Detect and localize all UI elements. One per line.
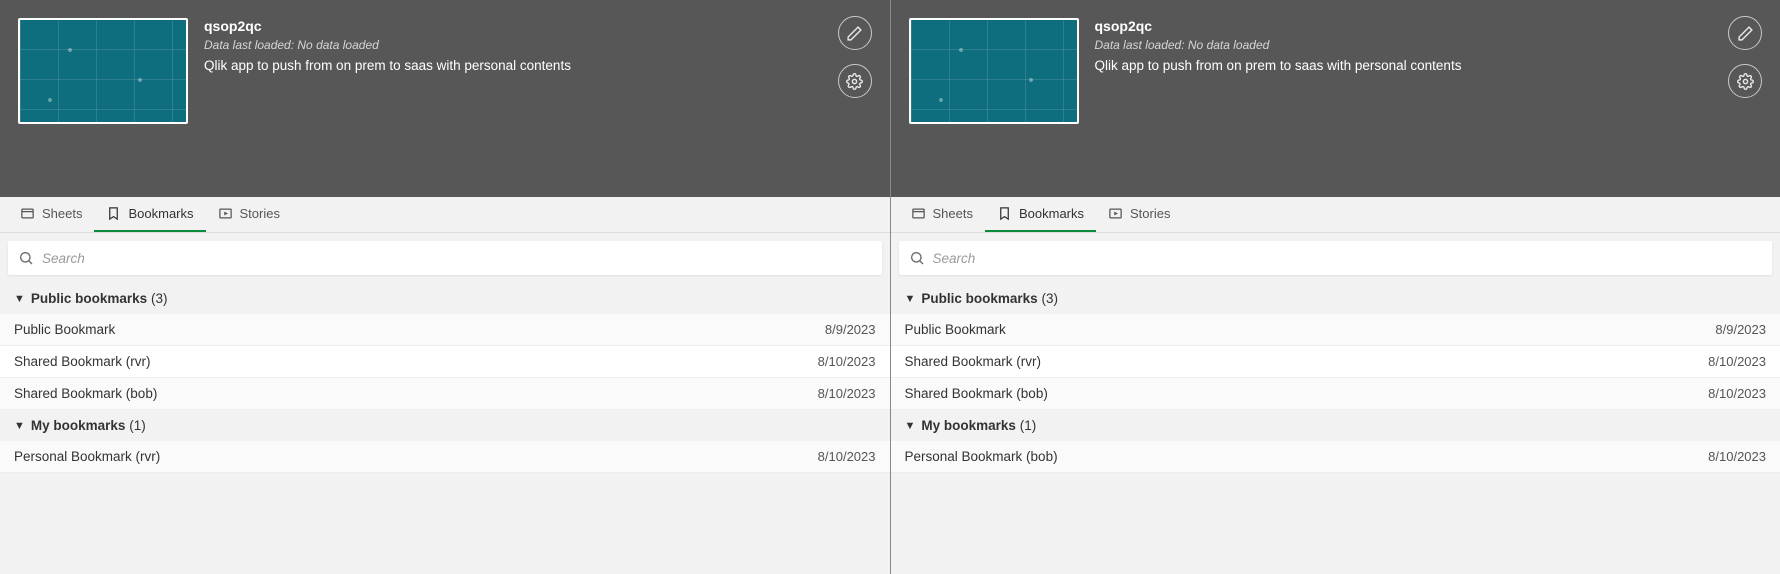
gear-icon — [1737, 73, 1754, 90]
bookmark-row[interactable]: Shared Bookmark (bob) 8/10/2023 — [0, 378, 890, 410]
app-meta: qsop2qc Data last loaded: No data loaded… — [204, 18, 872, 157]
tab-stories-label: Stories — [240, 206, 280, 221]
section-title: My bookmarks — [921, 418, 1016, 433]
chevron-down-icon: ▼ — [14, 420, 25, 432]
section-title: Public bookmarks — [31, 291, 147, 306]
app-subtitle: Data last loaded: No data loaded — [204, 38, 872, 52]
bookmark-row[interactable]: Personal Bookmark (bob) 8/10/2023 — [891, 441, 1780, 473]
tab-stories-label: Stories — [1130, 206, 1170, 221]
stories-icon — [1108, 206, 1123, 221]
bookmark-label: Shared Bookmark (rvr) — [14, 354, 151, 369]
section-count: (3) — [1041, 291, 1058, 306]
tab-sheets[interactable]: Sheets — [899, 197, 985, 232]
app-header: qsop2qc Data last loaded: No data loaded… — [891, 0, 1780, 197]
chevron-down-icon: ▼ — [905, 293, 916, 305]
tab-sheets[interactable]: Sheets — [8, 197, 94, 232]
bookmark-date: 8/10/2023 — [1708, 386, 1766, 401]
header-actions — [838, 16, 872, 98]
edit-button[interactable] — [838, 16, 872, 50]
chevron-down-icon: ▼ — [14, 293, 25, 305]
app-description: Qlik app to push from on prem to saas wi… — [204, 58, 872, 73]
app-title: qsop2qc — [1095, 18, 1763, 34]
bookmark-row[interactable]: Shared Bookmark (rvr) 8/10/2023 — [891, 346, 1780, 378]
section-header-my[interactable]: ▼ My bookmarks (1) — [0, 410, 890, 441]
bookmark-row[interactable]: Public Bookmark 8/9/2023 — [891, 314, 1780, 346]
search-bar[interactable] — [8, 241, 882, 275]
bookmark-label: Shared Bookmark (rvr) — [905, 354, 1042, 369]
root: qsop2qc Data last loaded: No data loaded… — [0, 0, 1780, 574]
bookmark-label: Shared Bookmark (bob) — [14, 386, 157, 401]
chevron-down-icon: ▼ — [905, 420, 916, 432]
section-count: (3) — [151, 291, 168, 306]
search-input[interactable] — [42, 251, 872, 266]
bookmark-date: 8/10/2023 — [818, 386, 876, 401]
sheets-icon — [20, 206, 35, 221]
section-count: (1) — [129, 418, 146, 433]
bookmark-date: 8/9/2023 — [1715, 322, 1766, 337]
bookmark-row[interactable]: Shared Bookmark (bob) 8/10/2023 — [891, 378, 1780, 410]
tab-stories[interactable]: Stories — [1096, 197, 1182, 232]
search-icon — [18, 250, 34, 266]
settings-button[interactable] — [838, 64, 872, 98]
bookmark-label: Personal Bookmark (rvr) — [14, 449, 160, 464]
search-input[interactable] — [933, 251, 1763, 266]
bookmark-icon — [997, 206, 1012, 221]
section-title: My bookmarks — [31, 418, 126, 433]
app-meta: qsop2qc Data last loaded: No data loaded… — [1095, 18, 1763, 157]
app-title: qsop2qc — [204, 18, 872, 34]
tab-bookmarks[interactable]: Bookmarks — [985, 197, 1096, 232]
bookmark-date: 8/9/2023 — [825, 322, 876, 337]
section-title: Public bookmarks — [921, 291, 1037, 306]
tabs: Sheets Bookmarks Stories — [891, 197, 1780, 233]
bookmark-label: Public Bookmark — [905, 322, 1006, 337]
pencil-icon — [1737, 25, 1754, 42]
app-thumbnail[interactable] — [18, 18, 188, 124]
app-description: Qlik app to push from on prem to saas wi… — [1095, 58, 1763, 73]
header-actions — [1728, 16, 1762, 98]
app-thumbnail[interactable] — [909, 18, 1079, 124]
panel-right: qsop2qc Data last loaded: No data loaded… — [891, 0, 1780, 574]
edit-button[interactable] — [1728, 16, 1762, 50]
sheets-icon — [911, 206, 926, 221]
tab-bookmarks-label: Bookmarks — [128, 206, 193, 221]
section-header-public[interactable]: ▼ Public bookmarks (3) — [891, 283, 1780, 314]
tab-bookmarks-label: Bookmarks — [1019, 206, 1084, 221]
bookmark-date: 8/10/2023 — [1708, 354, 1766, 369]
tab-bookmarks[interactable]: Bookmarks — [94, 197, 205, 232]
bookmark-row[interactable]: Shared Bookmark (rvr) 8/10/2023 — [0, 346, 890, 378]
tab-stories[interactable]: Stories — [206, 197, 292, 232]
panel-left: qsop2qc Data last loaded: No data loaded… — [0, 0, 891, 574]
bookmark-date: 8/10/2023 — [818, 449, 876, 464]
tabs: Sheets Bookmarks Stories — [0, 197, 890, 233]
bookmark-row[interactable]: Public Bookmark 8/9/2023 — [0, 314, 890, 346]
bookmark-label: Shared Bookmark (bob) — [905, 386, 1048, 401]
tab-sheets-label: Sheets — [933, 206, 973, 221]
bookmark-date: 8/10/2023 — [818, 354, 876, 369]
tab-sheets-label: Sheets — [42, 206, 82, 221]
bookmark-date: 8/10/2023 — [1708, 449, 1766, 464]
stories-icon — [218, 206, 233, 221]
bookmark-list: ▼ Public bookmarks (3) Public Bookmark 8… — [891, 283, 1780, 473]
bookmark-row[interactable]: Personal Bookmark (rvr) 8/10/2023 — [0, 441, 890, 473]
settings-button[interactable] — [1728, 64, 1762, 98]
pencil-icon — [846, 25, 863, 42]
search-bar[interactable] — [899, 241, 1773, 275]
bookmark-label: Personal Bookmark (bob) — [905, 449, 1058, 464]
section-header-my[interactable]: ▼ My bookmarks (1) — [891, 410, 1780, 441]
app-header: qsop2qc Data last loaded: No data loaded… — [0, 0, 890, 197]
bookmark-icon — [106, 206, 121, 221]
section-header-public[interactable]: ▼ Public bookmarks (3) — [0, 283, 890, 314]
gear-icon — [846, 73, 863, 90]
app-subtitle: Data last loaded: No data loaded — [1095, 38, 1763, 52]
section-count: (1) — [1020, 418, 1037, 433]
search-icon — [909, 250, 925, 266]
bookmark-label: Public Bookmark — [14, 322, 115, 337]
bookmark-list: ▼ Public bookmarks (3) Public Bookmark 8… — [0, 283, 890, 473]
